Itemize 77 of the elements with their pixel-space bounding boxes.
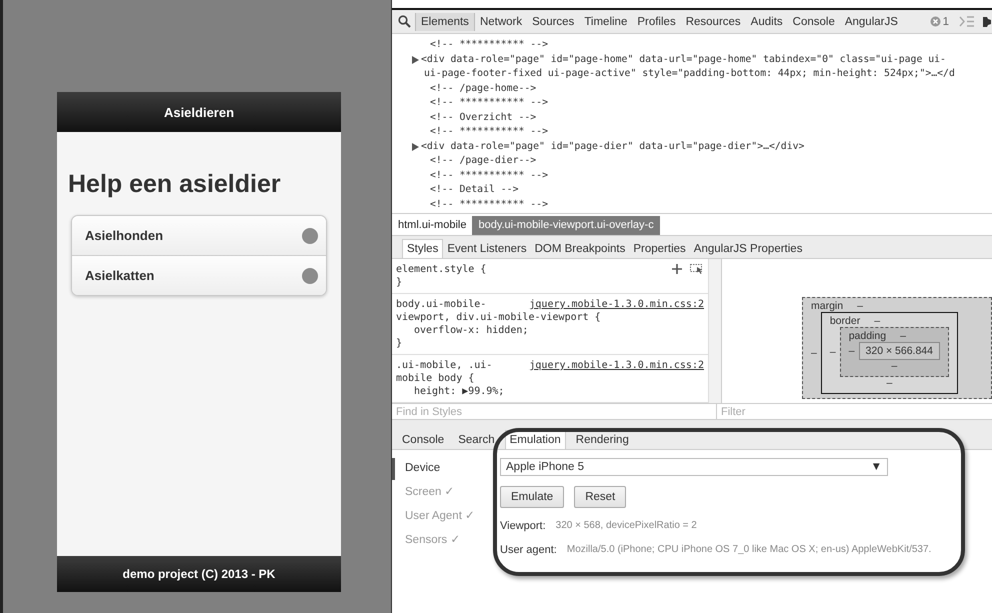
devtools-tab[interactable]: Console [788,12,840,30]
devtools-tab[interactable]: Elements [415,12,475,30]
css-brace: } [396,337,404,350]
expand-triangle-icon[interactable] [412,142,419,151]
css-selector: .ui-mobile, .ui- [396,359,492,372]
info-label: Viewport: [500,520,546,532]
box-label: border [830,315,860,327]
header-title: Asieldieren [57,92,341,132]
breadcrumb[interactable]: body.ui-mobile-viewport.ui-overlay-c [472,216,660,235]
emulation-section[interactable]: Device [392,458,488,480]
circle-icon [302,228,318,244]
source-link[interactable]: jquery.mobile-1.3.0.min.css:2 [529,359,704,372]
sidebar-tab[interactable]: DOM Breakpoints [530,240,630,258]
box-value: – [885,377,894,389]
dom-line: ui-page-footer-fixed ui-page-active" style="padding-bottom: 44px; min-height: 524px;">…</d [424,67,955,81]
info-value: 320 × 568, devicePixelRatio = 2 [556,520,697,532]
info-value: Mozilla/5.0 (iPhone; CPU iPhone OS 7_0 like Mac OS X; en-us) AppleWebKit/537. [566,544,932,556]
css-selector: body.ui-mobile- [396,298,486,311]
circle-icon [302,268,318,284]
list-item[interactable]: Asielkatten [72,255,326,295]
sidebar-tab[interactable]: Event Listeners [443,240,531,258]
devtools-tab[interactable]: Timeline [579,12,632,30]
box-value: – [874,315,880,327]
content-size: 320 × 566.844 [858,342,940,360]
expand-triangle-icon[interactable] [412,56,419,64]
dom-line: <!-- /page-home--> [430,82,536,96]
devtools-tab[interactable]: Resources [680,12,746,30]
breadcrumb[interactable]: html.ui-mobile [392,216,472,235]
info-label: User agent: [500,544,557,556]
box-value: – [857,300,863,312]
dom-line: <!-- *********** --> [430,198,548,212]
devtools-tab[interactable]: Network [474,12,528,30]
box-value: – [830,346,836,358]
device-select[interactable]: Apple iPhone 5 ▼ [500,458,888,476]
dom-line: <!-- Overzicht --> [430,110,536,124]
css-selector: mobile body { [396,372,476,385]
css-selector: element.style { [396,263,486,276]
error-count: 1 [942,16,949,28]
error-icon [930,16,941,27]
box-value: – [890,360,898,372]
box-value: – [811,347,817,359]
dom-line: <div data-role="page" id="page-dier" data-url="page-dier">…</div> [421,140,804,154]
dom-line: <!-- Detail --> [430,183,518,197]
dom-line: <!-- /page-dier--> [430,154,536,168]
emulation-button[interactable]: Emulate [500,486,564,508]
box-value: – [848,345,855,357]
drawer-tab[interactable]: Rendering [572,431,633,449]
drawer-tab[interactable]: Search [454,431,499,449]
drawer-tab[interactable]: Console [398,431,448,449]
devtools-tab[interactable]: Profiles [632,12,681,30]
dom-line: <!-- *********** --> [430,168,548,182]
page-heading: Help een asieldier [68,170,282,199]
emulation-button[interactable]: Reset [574,486,626,508]
plus-icon[interactable] [672,264,682,274]
dom-line: <!-- *********** --> [430,96,548,110]
source-link[interactable]: jquery.mobile-1.3.0.min.css:2 [529,298,704,311]
footer-text: demo project (C) 2013 - PK [57,556,341,592]
box-value: – [900,330,906,342]
css-declaration: overflow-x: hidden; [413,324,530,337]
css-selector: viewport, div.ui-mobile-viewport { [396,311,602,324]
sidebar-tab[interactable]: AngularJS Properties [690,240,806,258]
list-item[interactable]: Asielhonden [72,216,326,255]
sidebar-tab[interactable]: Properties [629,240,690,258]
dom-line: <div data-role="page" id="page-home" data-url="page-home" tabindex="0" class="ui-page ui- [421,52,946,66]
dom-line: <!-- *********** --> [430,125,548,139]
devtools-tab[interactable]: Sources [527,12,580,30]
box-label: padding [848,330,886,342]
sidebar-tab[interactable]: Styles [402,239,444,258]
element-picker-icon[interactable] [690,264,704,275]
devtools-tab[interactable]: AngularJS [840,12,903,30]
scrollbar[interactable] [709,259,722,403]
search-icon[interactable] [398,15,411,28]
box-label: margin [811,300,844,312]
devtools-tab[interactable]: Audits [746,12,788,30]
dom-line: <!-- *********** --> [430,38,548,52]
css-brace: } [396,276,404,289]
css-declaration: height: ▶99.9%; [413,385,506,398]
